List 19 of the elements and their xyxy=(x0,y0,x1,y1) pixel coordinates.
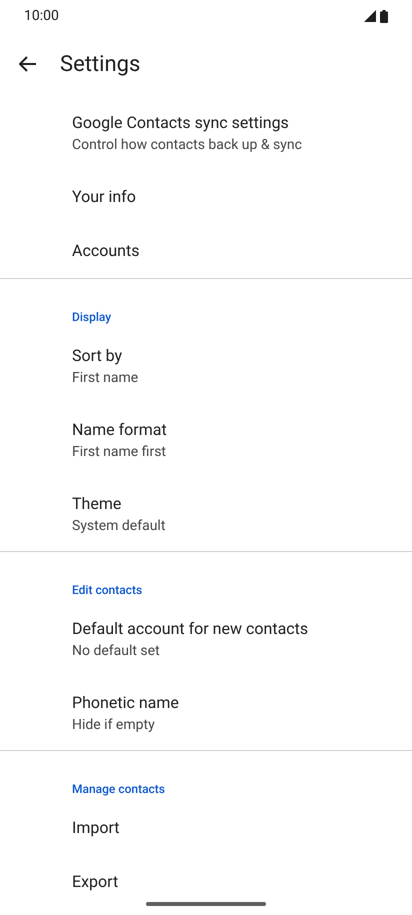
settings-item[interactable]: Accounts xyxy=(0,224,412,278)
page-title: Settings xyxy=(60,50,140,78)
settings-item[interactable]: Phonetic name Hide if empty xyxy=(0,676,412,750)
settings-item[interactable]: Name format First name first xyxy=(0,403,412,477)
settings-item[interactable]: Sort by First name xyxy=(0,329,412,403)
section-header: Edit contacts xyxy=(72,583,142,597)
section-header: Display xyxy=(72,310,112,324)
settings-item[interactable]: Google Contacts sync settings Control how contacts back up & sync xyxy=(0,96,412,170)
settings-item[interactable]: Default account for new contacts No default set xyxy=(0,602,412,676)
settings-item[interactable]: Theme System default xyxy=(0,477,412,551)
settings-item[interactable]: Your info xyxy=(0,170,412,224)
navigation-handle[interactable] xyxy=(146,902,266,906)
status-time: 10:00 xyxy=(24,6,59,26)
settings-item[interactable]: Import xyxy=(0,801,412,855)
signal-icon xyxy=(364,10,376,22)
back-arrow-icon xyxy=(19,56,37,72)
battery-icon xyxy=(380,10,388,22)
settings-item[interactable]: Export xyxy=(0,855,412,909)
section-header: Manage contacts xyxy=(72,782,165,796)
